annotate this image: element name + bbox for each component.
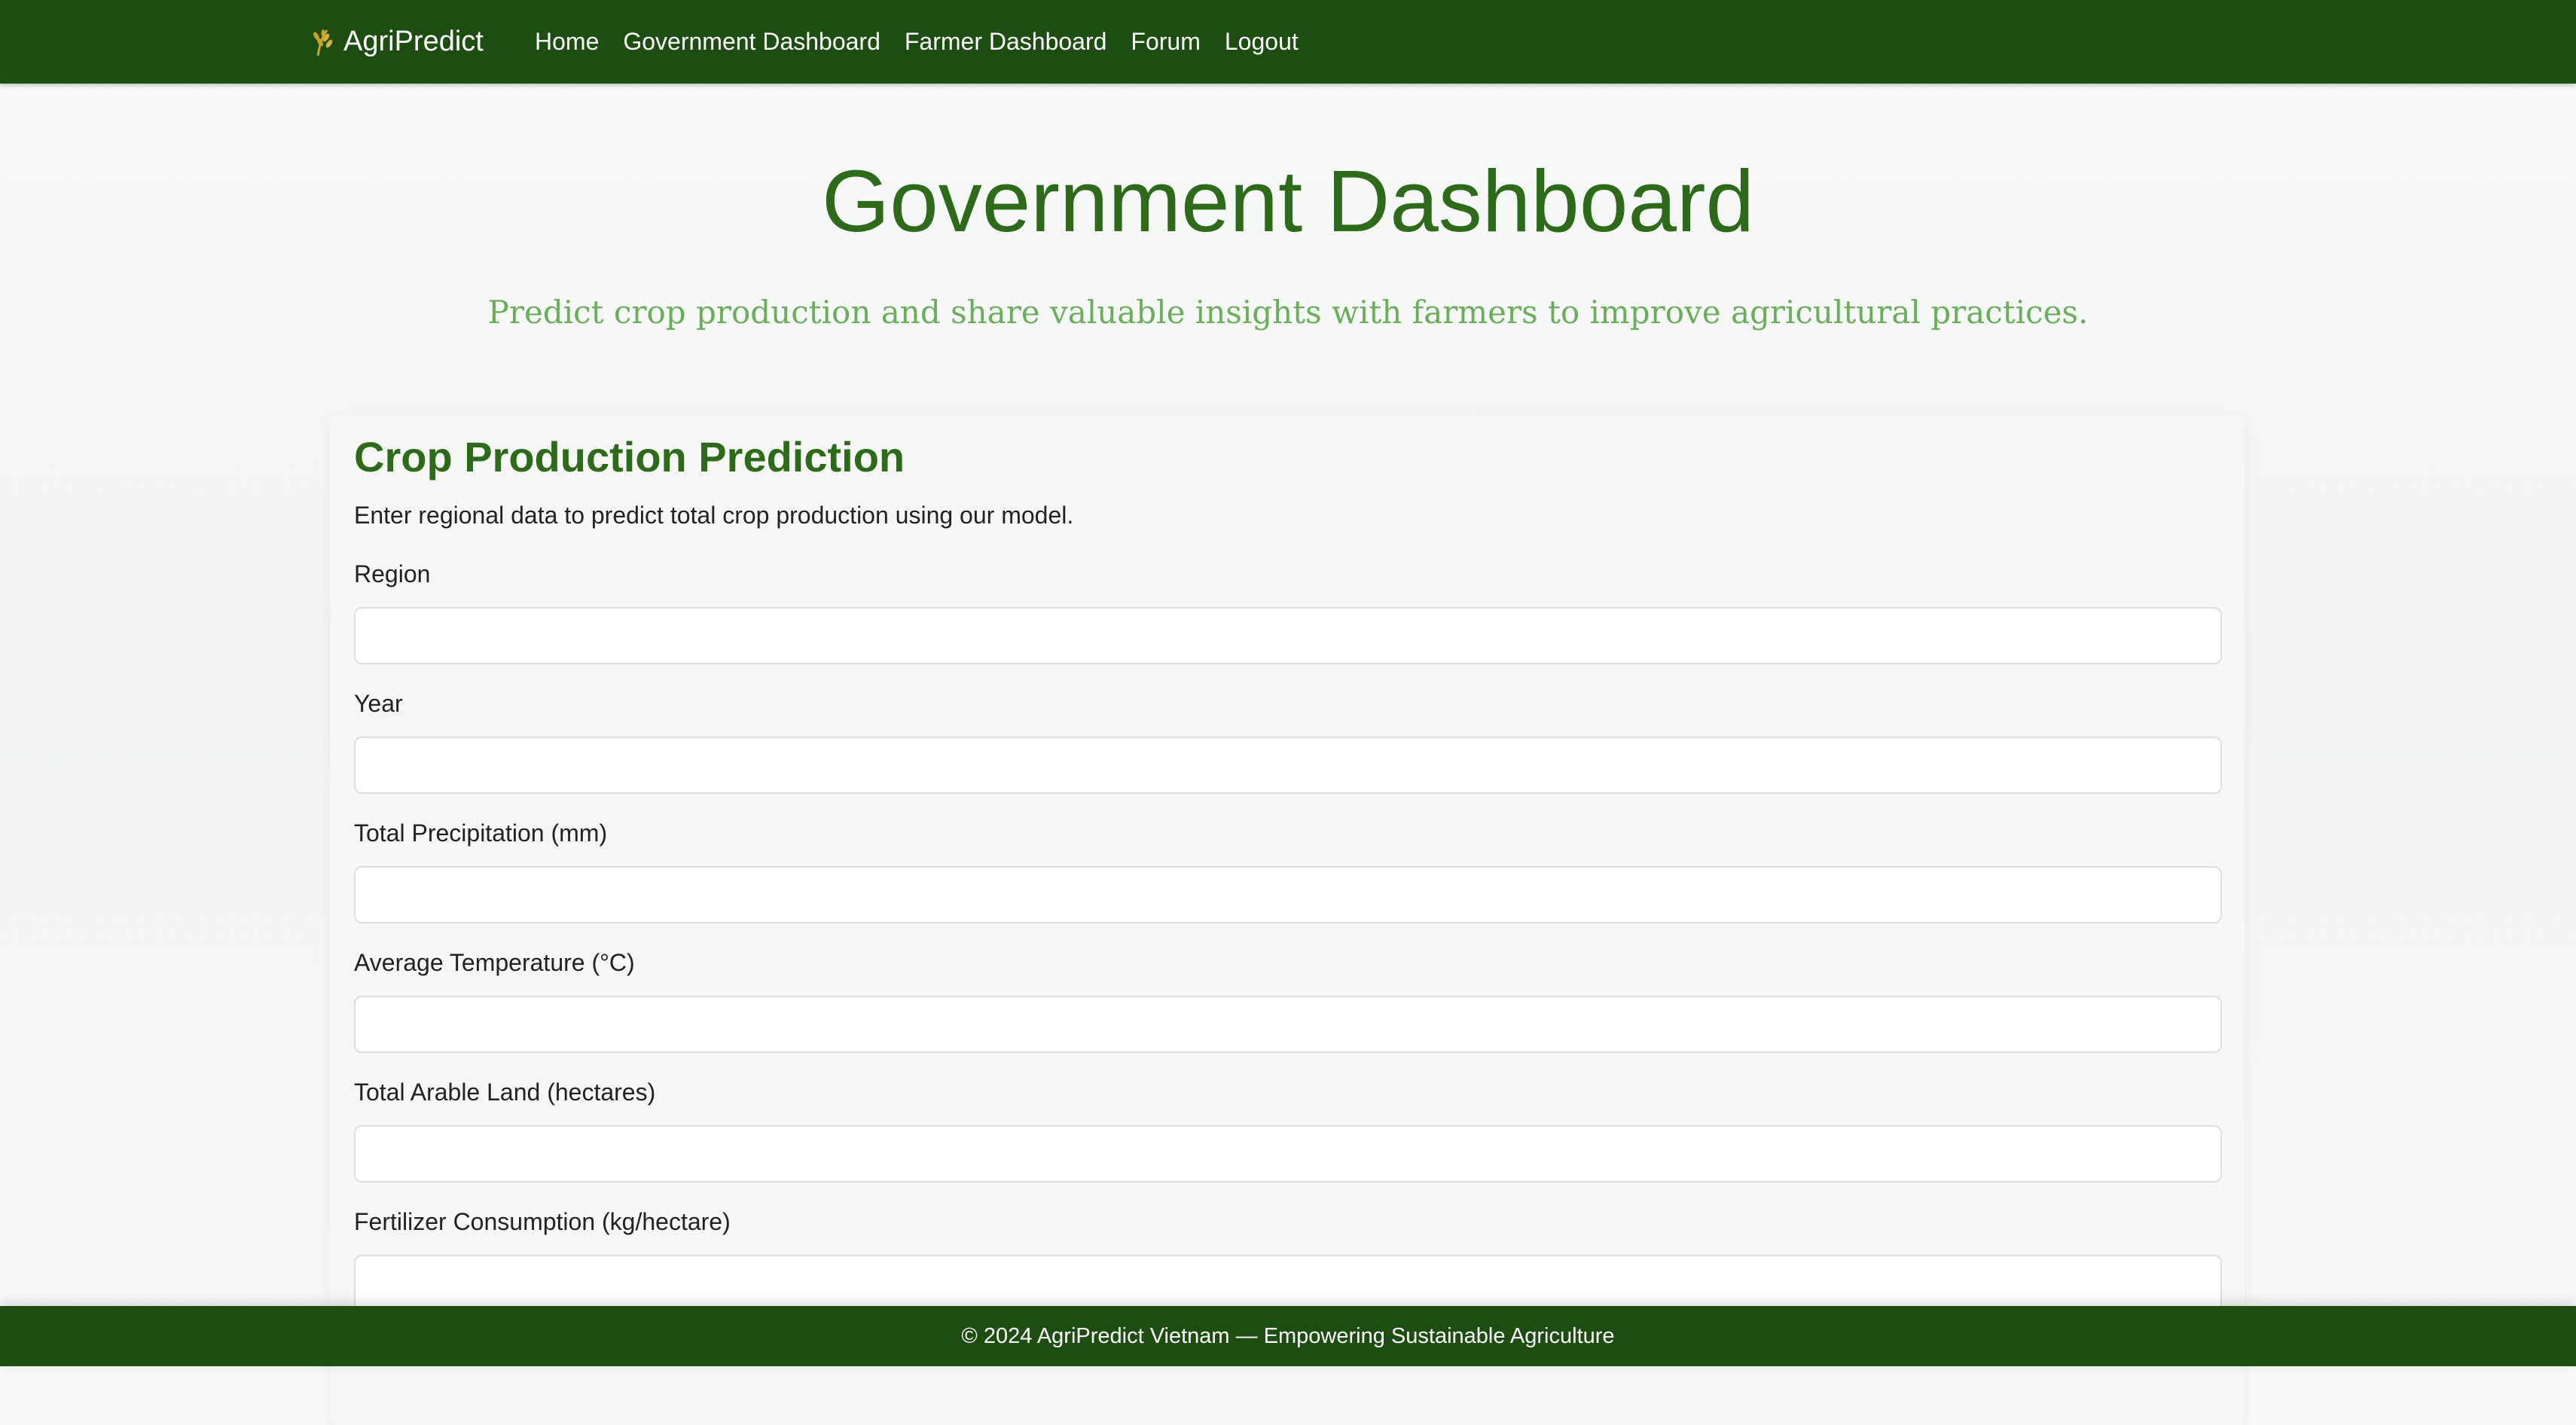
region-label: Region xyxy=(354,560,431,587)
temperature-input[interactable] xyxy=(354,996,2222,1053)
form-title: Crop Production Prediction xyxy=(354,433,905,481)
year-input[interactable] xyxy=(354,737,2222,794)
brand-logo-link[interactable]: AgriPredict xyxy=(310,0,484,84)
arable-land-label: Total Arable Land (hectares) xyxy=(354,1079,656,1106)
precipitation-input[interactable] xyxy=(354,866,2222,923)
top-navbar: AgriPredict Home Government Dashboard Fa… xyxy=(0,0,2576,84)
nav-link-logout[interactable]: Logout xyxy=(1225,28,1299,56)
temperature-label: Average Temperature (°C) xyxy=(354,949,635,976)
precipitation-label: Total Precipitation (mm) xyxy=(354,819,608,847)
page-subtitle: Predict crop production and share valuab… xyxy=(487,294,2089,331)
nav-link-home[interactable]: Home xyxy=(535,28,599,56)
page-footer: © 2024 AgriPredict Vietnam — Empowering … xyxy=(0,1306,2576,1366)
brand-name: AgriPredict xyxy=(343,26,484,57)
wheat-icon xyxy=(310,27,337,57)
region-input[interactable] xyxy=(354,607,2222,664)
nav-link-farmer-dashboard[interactable]: Farmer Dashboard xyxy=(905,28,1107,56)
nav-link-forum[interactable]: Forum xyxy=(1131,28,1200,56)
year-label: Year xyxy=(354,690,403,717)
nav-link-government-dashboard[interactable]: Government Dashboard xyxy=(623,28,881,56)
nav-links: Home Government Dashboard Farmer Dashboa… xyxy=(535,0,1323,84)
fertilizer-label: Fertilizer Consumption (kg/hectare) xyxy=(354,1208,731,1235)
fertilizer-input[interactable] xyxy=(354,1255,2222,1312)
page-title: Government Dashboard xyxy=(822,152,1754,250)
form-description: Enter regional data to predict total cro… xyxy=(354,502,1074,529)
arable-land-input[interactable] xyxy=(354,1125,2222,1182)
prediction-form-card: Crop Production Prediction Enter regiona… xyxy=(330,416,2245,1425)
footer-text: © 2024 AgriPredict Vietnam — Empowering … xyxy=(961,1323,1615,1348)
